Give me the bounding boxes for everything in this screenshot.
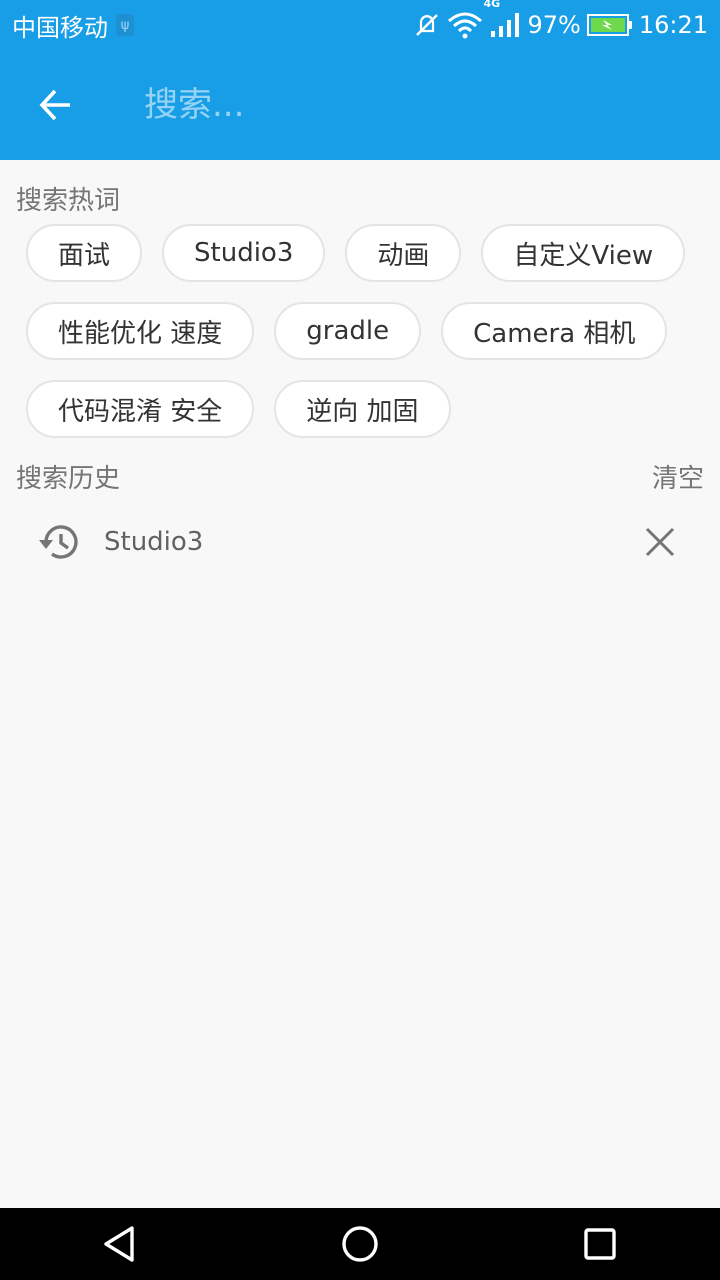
network-type-label: 4G — [483, 0, 501, 10]
hot-tag[interactable]: 逆向 加固 — [274, 380, 451, 438]
history-icon — [38, 522, 82, 566]
signal-icon: 4G — [483, 0, 521, 39]
circle-home-icon — [342, 1226, 378, 1262]
carrier-label: 中国移动 — [12, 13, 108, 42]
battery-percent: 97% — [527, 11, 581, 39]
close-icon[interactable] — [640, 522, 680, 566]
hot-tags-container: 面试 Studio3 动画 自定义View 性能优化 速度 gradle Cam… — [26, 224, 706, 438]
usb-icon: ψ — [116, 14, 134, 36]
hot-tag[interactable]: 代码混淆 安全 — [26, 380, 255, 438]
square-recent-icon — [584, 1228, 616, 1260]
triangle-back-icon — [104, 1226, 134, 1262]
hot-words-title: 搜索热词 — [16, 186, 121, 216]
hot-tag[interactable]: Studio3 — [162, 224, 326, 282]
hot-tag[interactable]: 面试 — [26, 224, 143, 282]
system-nav-bar — [0, 1208, 720, 1280]
back-button[interactable] — [0, 50, 112, 160]
app-bar — [0, 50, 720, 160]
nav-home-button[interactable] — [310, 1208, 410, 1280]
hot-tag[interactable]: 动画 — [345, 224, 462, 282]
nav-recent-button[interactable] — [550, 1208, 650, 1280]
hot-tag[interactable]: gradle — [274, 302, 422, 360]
status-right: 4G 97% 16:21 — [413, 0, 708, 39]
hot-tag[interactable]: Camera 相机 — [441, 302, 668, 360]
mute-icon — [413, 11, 441, 39]
history-list-item[interactable]: Studio3 — [0, 508, 720, 576]
hot-tag[interactable]: 自定义View — [481, 224, 686, 282]
battery-icon — [586, 13, 633, 37]
nav-back-button[interactable] — [70, 1208, 170, 1280]
wifi-icon — [447, 11, 483, 39]
history-title: 搜索历史 — [16, 464, 121, 494]
clock: 16:21 — [638, 11, 708, 39]
hot-tag[interactable]: 性能优化 速度 — [26, 302, 255, 360]
search-input[interactable] — [144, 75, 684, 135]
status-bar: 中国移动 ψ 4G 97% 16:21 — [0, 0, 720, 50]
arrow-left-icon — [39, 89, 70, 121]
history-item-label: Studio3 — [104, 527, 204, 557]
status-left: 中国移动 ψ — [12, 8, 134, 43]
clear-history-button[interactable]: 清空 — [652, 458, 704, 495]
